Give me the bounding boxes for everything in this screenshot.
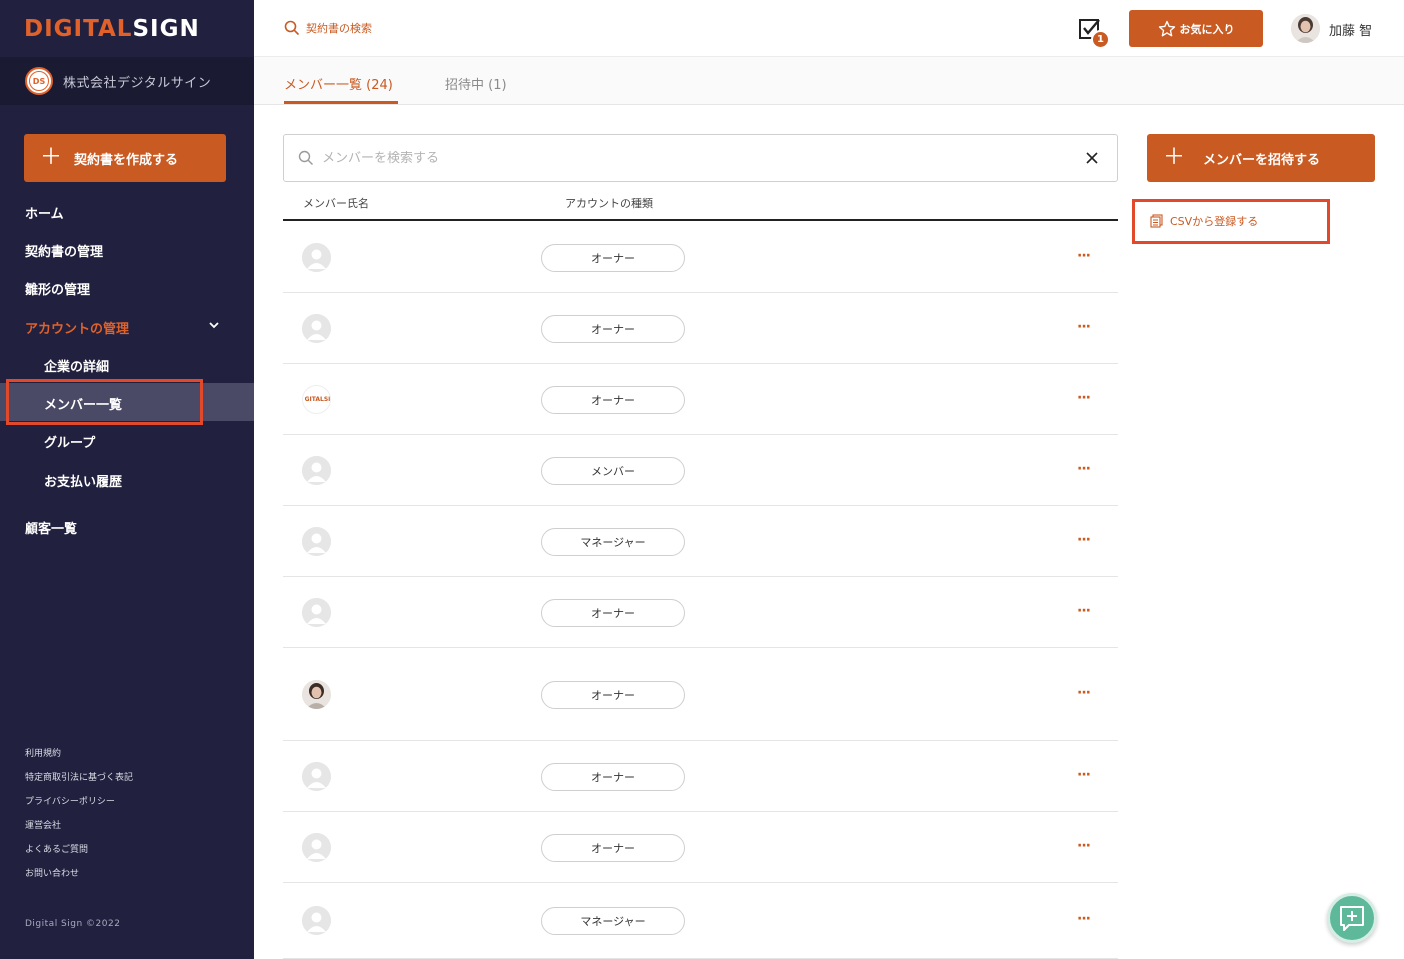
sidebar-item-account[interactable]: アカウントの管理 [25, 318, 129, 337]
create-contract-label: 契約書を作成する [74, 152, 179, 168]
account-type-badge: オーナー [541, 386, 685, 414]
sidebar-item-company[interactable]: 企業の詳細 [44, 356, 109, 375]
sidebar-item-payments[interactable]: お支払い履歴 [44, 471, 122, 490]
logo-part-sign: SIGN [132, 16, 200, 42]
tab-members[interactable]: メンバー一覧 (24) [284, 74, 393, 93]
sidebar-item-groups[interactable]: グループ [44, 432, 95, 451]
table-row[interactable]: オーナー ··· [283, 222, 1118, 293]
more-options-icon[interactable]: ··· [1077, 838, 1091, 854]
table-header-divider [283, 219, 1118, 221]
member-avatar [302, 314, 331, 343]
footer-link-privacy[interactable]: プライバシーポリシー [25, 794, 115, 807]
org-initials: DS [29, 71, 49, 91]
table-row[interactable]: GITALSI オーナー ··· [283, 364, 1118, 435]
account-type-badge: マネージャー [541, 907, 685, 935]
account-type-badge: オーナー [541, 599, 685, 627]
chevron-down-icon[interactable] [208, 319, 220, 331]
more-options-icon[interactable]: ··· [1077, 532, 1091, 548]
member-search-input[interactable] [322, 150, 1117, 166]
footer-link-commerce-law[interactable]: 特定商取引法に基づく表記 [25, 770, 133, 783]
account-type-badge: オーナー [541, 681, 685, 709]
table-row[interactable]: オーナー ··· [283, 741, 1118, 812]
more-options-icon[interactable]: ··· [1077, 248, 1091, 264]
footer-link-terms[interactable]: 利用規約 [25, 746, 61, 759]
contract-search-label: 契約書の検索 [306, 22, 372, 35]
table-row[interactable]: マネージャー ··· [283, 506, 1118, 577]
footer-link-contact[interactable]: お問い合わせ [25, 866, 79, 879]
account-type-badge: マネージャー [541, 528, 685, 556]
search-icon [298, 150, 313, 165]
favorites-label: お気に入り [1179, 22, 1235, 36]
more-options-icon[interactable]: ··· [1077, 685, 1091, 701]
contract-search-link[interactable]: 契約書の検索 [284, 20, 372, 36]
sidebar: DIGITALSIGN DS 株式会社デジタルサイン ＋ 契約書を作成する ホー… [0, 0, 254, 959]
task-count-badge: 1 [1091, 30, 1110, 49]
user-name[interactable]: 加藤 智 [1329, 20, 1372, 39]
org-avatar: DS [25, 67, 53, 95]
more-options-icon[interactable]: ··· [1077, 603, 1091, 619]
clear-icon[interactable] [1085, 151, 1099, 165]
account-type-badge: オーナー [541, 315, 685, 343]
account-type-badge: オーナー [541, 763, 685, 791]
user-photo [1291, 14, 1320, 43]
active-tab-indicator [284, 101, 398, 104]
organization-switcher[interactable]: DS 株式会社デジタルサイン [0, 57, 254, 105]
sidebar-item-home[interactable]: ホーム [25, 203, 64, 222]
account-type-badge: オーナー [541, 834, 685, 862]
user-avatar[interactable] [1291, 14, 1320, 43]
member-avatar [302, 833, 331, 862]
table-row[interactable]: オーナー ··· [283, 648, 1118, 741]
sidebar-item-contracts[interactable]: 契約書の管理 [25, 241, 103, 260]
footer-link-faq[interactable]: よくあるご質問 [25, 842, 88, 855]
org-name: 株式会社デジタルサイン [63, 75, 212, 91]
member-avatar [302, 906, 331, 935]
more-options-icon[interactable]: ··· [1077, 390, 1091, 406]
column-header-name[interactable]: メンバー氏名 [303, 195, 369, 211]
more-options-icon[interactable]: ··· [1077, 461, 1091, 477]
member-avatar: GITALSI [302, 385, 331, 414]
more-options-icon[interactable]: ··· [1077, 911, 1091, 927]
account-type-badge: オーナー [541, 244, 685, 272]
chat-fab-button[interactable] [1327, 893, 1377, 943]
highlight-box-csv [1132, 199, 1330, 244]
create-contract-button[interactable]: ＋ 契約書を作成する [24, 134, 226, 182]
table-row[interactable]: オーナー ··· [283, 293, 1118, 364]
search-icon [284, 20, 300, 36]
more-options-icon[interactable]: ··· [1077, 767, 1091, 783]
sidebar-item-customers[interactable]: 顧客一覧 [25, 518, 77, 537]
plus-icon: ＋ [40, 145, 63, 170]
member-avatar [302, 456, 331, 485]
top-header: 契約書の検索 1 お気に入り 加藤 智 [254, 0, 1404, 57]
plus-icon: ＋ [1163, 145, 1186, 170]
company-logo-avatar-text: GITALSI [304, 396, 331, 403]
table-row[interactable]: オーナー ··· [283, 577, 1118, 648]
table-row[interactable]: メンバー ··· [283, 435, 1118, 506]
member-search-box [283, 134, 1118, 182]
logo-part-digital: DIGITAL [24, 16, 133, 42]
invite-member-button[interactable]: ＋ メンバーを招待する [1147, 134, 1375, 182]
tab-bar: メンバー一覧 (24) 招待中 (1) [254, 57, 1404, 105]
sidebar-item-templates[interactable]: 雛形の管理 [25, 279, 90, 298]
copyright: Digital Sign ©2022 [25, 919, 121, 929]
member-avatar [302, 680, 331, 709]
app-logo[interactable]: DIGITALSIGN [24, 16, 200, 42]
invite-member-label: メンバーを招待する [1203, 152, 1321, 168]
footer-link-company[interactable]: 運営会社 [25, 818, 61, 831]
table-row[interactable]: オーナー ··· [283, 812, 1118, 883]
account-type-badge: メンバー [541, 457, 685, 485]
member-avatar [302, 527, 331, 556]
column-header-type[interactable]: アカウントの種類 [565, 195, 653, 211]
member-avatar [302, 762, 331, 791]
table-row[interactable]: マネージャー ··· [283, 883, 1118, 959]
chat-plus-icon [1340, 906, 1364, 931]
member-avatar [302, 598, 331, 627]
favorites-button[interactable]: お気に入り [1129, 10, 1263, 47]
star-icon [1158, 20, 1175, 36]
more-options-icon[interactable]: ··· [1077, 319, 1091, 335]
tab-invited[interactable]: 招待中 (1) [445, 74, 507, 93]
highlight-box-members [6, 379, 203, 425]
member-avatar [302, 243, 331, 272]
